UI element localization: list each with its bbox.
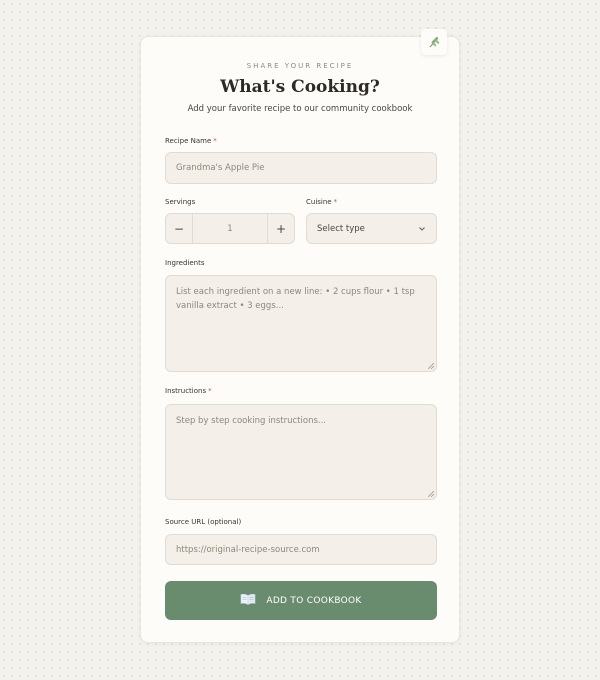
recipe-form-card: SHARE YOUR RECIPE What's Cooking? Add yo… — [140, 29, 460, 643]
servings-label: Servings — [165, 198, 195, 206]
instructions-label: Instructions * — [165, 387, 212, 395]
source-url-placeholder: https://original-recipe-source.com — [176, 544, 320, 555]
chevron-down-icon — [418, 226, 426, 232]
ingredients-label-text: Ingredients — [165, 259, 205, 267]
instructions-label-text: Instructions — [165, 387, 207, 395]
cuisine-label: Cuisine * — [306, 198, 337, 206]
resize-handle-icon[interactable] — [428, 491, 434, 497]
ingredients-textarea[interactable]: List each ingredient on a new line: • 2 … — [165, 275, 437, 372]
instructions-textarea[interactable]: Step by step cooking instructions... — [165, 404, 437, 500]
servings-stepper: − 1 + — [165, 213, 295, 244]
page-title: What's Cooking? — [220, 77, 380, 97]
required-marker: * — [208, 387, 212, 395]
ingredients-label: Ingredients — [165, 259, 205, 267]
decrement-button[interactable]: − — [166, 214, 193, 243]
source-url-label-text: Source URL (optional) — [165, 518, 242, 526]
instructions-placeholder: Step by step cooking instructions... — [176, 416, 326, 426]
plus-icon: + — [275, 221, 287, 236]
required-marker: * — [213, 137, 217, 145]
recipe-name-label-text: Recipe Name — [165, 137, 212, 145]
servings-label-text: Servings — [165, 198, 196, 206]
cuisine-select[interactable]: Select type — [306, 213, 437, 244]
cuisine-selected-value: Select type — [317, 223, 365, 234]
recipe-name-placeholder: Grandma's Apple Pie — [176, 163, 265, 173]
resize-handle-icon[interactable] — [428, 363, 434, 369]
eyebrow-text: SHARE YOUR RECIPE — [246, 62, 354, 70]
increment-button[interactable]: + — [267, 214, 294, 243]
source-url-input[interactable]: https://original-recipe-source.com — [165, 534, 437, 565]
herb-sprig-icon — [421, 29, 447, 55]
source-url-label: Source URL (optional) — [165, 518, 241, 526]
recipe-name-input[interactable]: Grandma's Apple Pie — [165, 152, 437, 184]
recipe-name-label: Recipe Name * — [165, 137, 217, 145]
submit-label: ADD TO COOKBOOK — [266, 595, 362, 606]
open-book-icon — [240, 593, 256, 608]
page-subtitle: Add your favorite recipe to our communit… — [187, 104, 413, 114]
required-marker: * — [333, 198, 338, 206]
ingredients-placeholder: List each ingredient on a new line: • 2 … — [176, 287, 415, 311]
servings-value[interactable]: 1 — [193, 214, 267, 243]
cuisine-label-text: Cuisine — [306, 198, 332, 206]
add-to-cookbook-button[interactable]: ADD TO COOKBOOK — [165, 581, 437, 620]
minus-icon: − — [173, 221, 185, 236]
